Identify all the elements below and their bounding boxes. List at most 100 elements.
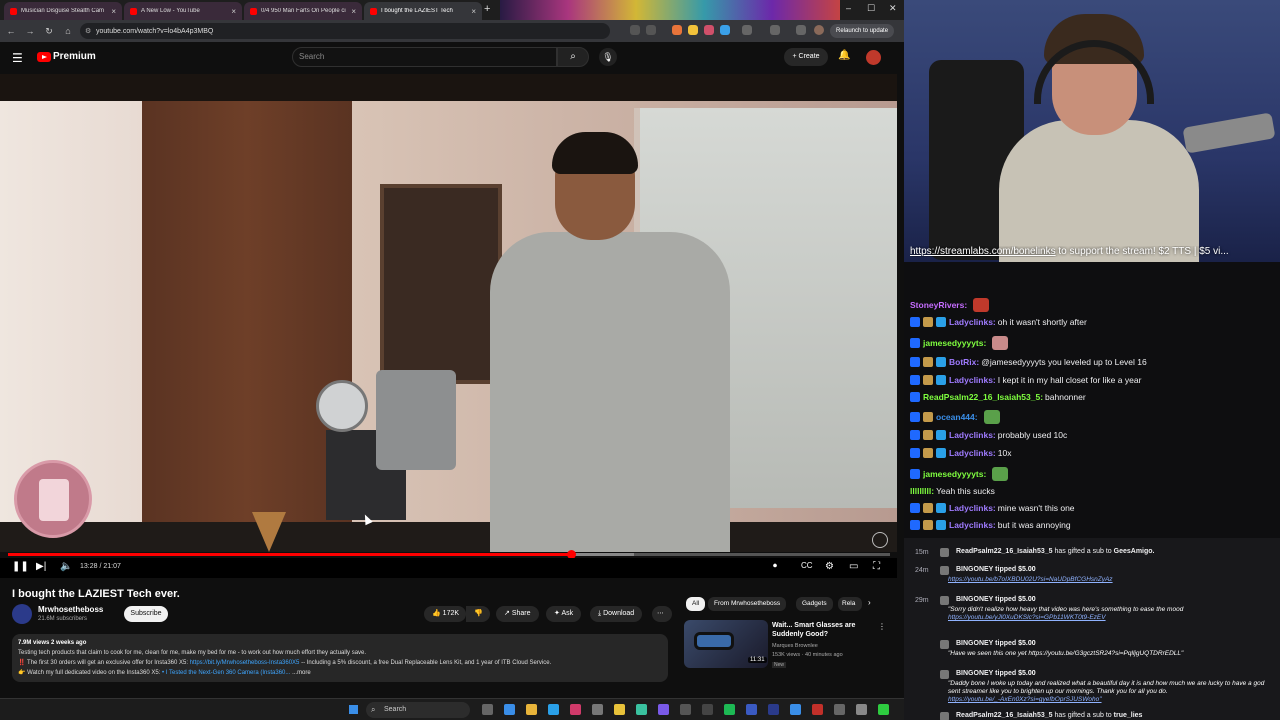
app-icon[interactable]	[746, 704, 757, 715]
create-button[interactable]: + Create	[784, 48, 828, 66]
chat-username[interactable]: lllllllll:	[910, 486, 934, 496]
extension-icon[interactable]	[688, 25, 698, 35]
channel-avatar[interactable]	[12, 604, 32, 624]
chat-badge-icon[interactable]	[923, 412, 933, 422]
recommendation-title[interactable]: Wait... Smart Glasses are Suddenly Good?	[772, 621, 872, 639]
more-vertical-icon[interactable]: ⋮	[878, 622, 886, 631]
chat-username[interactable]: Ladyclinks:	[949, 503, 996, 513]
app-icon[interactable]	[570, 704, 581, 715]
ask-button[interactable]: ✦ Ask	[546, 606, 582, 622]
like-button[interactable]: 👍 172K	[424, 606, 466, 622]
show-more-link[interactable]: ...more	[292, 670, 311, 676]
youtube-logo-icon[interactable]	[37, 52, 51, 62]
maximize-icon[interactable]: ☐	[867, 3, 875, 14]
reload-icon[interactable]: ↻	[41, 26, 57, 37]
extensions-puzzle-icon[interactable]	[742, 25, 752, 35]
browser-tab-4[interactable]: I bought the LAZIEST Tech ×	[364, 2, 482, 20]
tip-link[interactable]: https://youtu.be/yJl0XuDKSlc?si=GPb11WKT…	[948, 614, 1106, 621]
hamburger-menu-icon[interactable]: ☰	[12, 51, 23, 65]
chip-from-channel[interactable]: From Mrwhosetheboss	[708, 597, 787, 611]
chat-badge-icon[interactable]	[936, 503, 946, 513]
chat-badge-icon[interactable]	[936, 317, 946, 327]
settings-gear-icon[interactable]: ⚙	[825, 561, 834, 572]
site-info-icon[interactable]: ⚙	[85, 27, 91, 35]
dislike-button[interactable]: 👎	[466, 606, 490, 622]
app-icon[interactable]	[768, 704, 779, 715]
chat-badge-icon[interactable]	[923, 520, 933, 530]
browser-tab-2[interactable]: A New Low - YouTube ×	[124, 2, 242, 20]
search-button[interactable]: ⌕	[557, 47, 589, 67]
recommendation-channel[interactable]: Marques Brownlee	[772, 643, 818, 649]
chat-username[interactable]: Ladyclinks:	[949, 317, 996, 327]
chat-badge-icon[interactable]	[910, 430, 920, 440]
profile-avatar[interactable]	[814, 25, 824, 35]
pause-icon[interactable]: ❚❚	[12, 561, 29, 572]
chat-badge-icon[interactable]	[910, 520, 920, 530]
event-user[interactable]: ReadPsalm22_16_Isaiah53_5	[956, 548, 1053, 555]
bookmark-star-icon[interactable]	[646, 25, 656, 35]
fullscreen-icon[interactable]: ⛶	[873, 561, 880, 572]
event-user[interactable]: ReadPsalm22_16_Isaiah53_5	[956, 712, 1053, 719]
description-link[interactable]: • I Tested the Next-Gen 360 Camera (Inst…	[162, 670, 290, 676]
discord-icon[interactable]	[658, 704, 669, 715]
app-icon[interactable]	[856, 704, 867, 715]
chat-badge-icon[interactable]	[910, 448, 920, 458]
video-player[interactable]	[0, 74, 897, 552]
chat-badge-icon[interactable]	[936, 448, 946, 458]
chat-badge-icon[interactable]	[923, 448, 933, 458]
autoplay-toggle-icon[interactable]: ⏺	[773, 561, 777, 571]
extension-icon[interactable]	[704, 25, 714, 35]
taskbar-search-input[interactable]: ⌕ Search	[366, 702, 470, 718]
extension-icon[interactable]	[672, 25, 682, 35]
chat-badge-icon[interactable]	[936, 375, 946, 385]
browser-tab-3[interactable]: 0/4 950 Man Farts On People ci ×	[244, 2, 362, 20]
event-user[interactable]: BINGONEY	[956, 670, 993, 677]
chat-username[interactable]: Ladyclinks:	[949, 375, 996, 385]
home-icon[interactable]: ⌂	[60, 26, 76, 36]
sidepanel-icon[interactable]	[796, 25, 806, 35]
download-button[interactable]: ⤓ Download	[590, 606, 643, 622]
obs-icon[interactable]	[702, 704, 713, 715]
tip-link[interactable]: https://youtu.be/b7oIXBDU02U?si=NaUDpBfC…	[948, 576, 1113, 583]
chip-related[interactable]: Rela	[838, 597, 862, 611]
progress-bar[interactable]	[8, 550, 890, 559]
chat-badge-icon[interactable]	[923, 430, 933, 440]
close-tab-icon[interactable]: ×	[111, 7, 116, 16]
notifications-bell-icon[interactable]: 🔔	[838, 50, 850, 61]
chat-badge-icon[interactable]	[910, 412, 920, 422]
browser-icon[interactable]	[548, 704, 559, 715]
forward-icon[interactable]: →	[22, 26, 38, 36]
chat-badge-icon[interactable]	[910, 317, 920, 327]
search-input[interactable]: Search	[292, 47, 557, 67]
chip-all[interactable]: All	[686, 597, 706, 611]
chips-next-icon[interactable]: ›	[868, 598, 871, 607]
gift-recipient[interactable]: true_lies	[1114, 712, 1143, 719]
event-user[interactable]: BINGONEY	[956, 640, 993, 647]
event-user[interactable]: BINGONEY	[956, 596, 993, 603]
chip-gadgets[interactable]: Gadgets	[796, 597, 833, 611]
extension-icon[interactable]	[720, 25, 730, 35]
close-tab-icon[interactable]: ×	[231, 7, 236, 16]
chat-username[interactable]: Ladyclinks:	[949, 520, 996, 530]
app-icon[interactable]	[636, 704, 647, 715]
chat-username[interactable]: Ladyclinks:	[949, 448, 996, 458]
youtube-brand[interactable]: Premium	[53, 51, 96, 62]
chat-badge-icon[interactable]	[923, 357, 933, 367]
new-tab-button[interactable]: +	[484, 3, 490, 15]
chat-badge-icon[interactable]	[923, 317, 933, 327]
spotify-icon[interactable]	[724, 704, 735, 715]
chat-username[interactable]: ocean444:	[936, 412, 978, 422]
app-icon[interactable]	[592, 704, 603, 715]
app-icon[interactable]	[834, 704, 845, 715]
event-user[interactable]: BINGONEY	[956, 566, 993, 573]
close-tab-icon[interactable]: ×	[351, 7, 356, 16]
chat-badge-icon[interactable]	[910, 338, 920, 348]
app-icon[interactable]	[812, 704, 823, 715]
tip-link[interactable]: https://youtu.be/_-AxEn0Xz?si=gyefbOprSJ…	[948, 696, 1102, 703]
chat-username[interactable]: BotRix:	[949, 357, 979, 367]
subscribe-button[interactable]: Subscribe	[124, 606, 168, 622]
chat-badge-icon[interactable]	[910, 469, 920, 479]
task-view-icon[interactable]	[482, 704, 493, 715]
volume-icon[interactable]: 🔈	[60, 561, 72, 572]
file-explorer-icon[interactable]	[614, 704, 625, 715]
